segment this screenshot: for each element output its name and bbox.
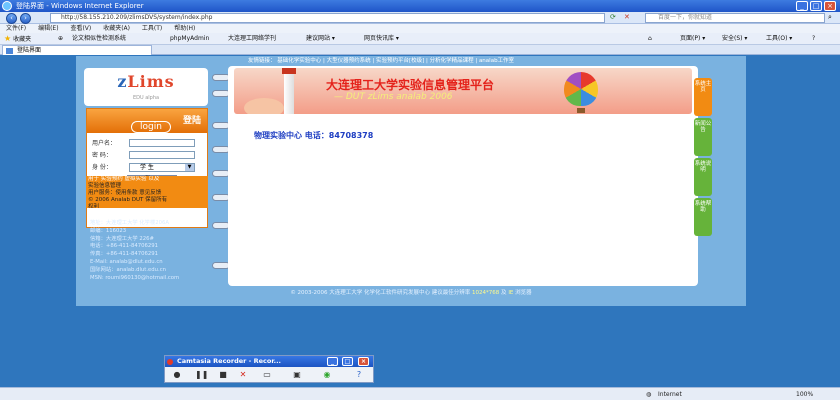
username-input[interactable] — [129, 139, 195, 147]
window-titlebar: 登陆界面 - Windows Internet Explorer _ □ × — [0, 0, 840, 12]
camtasia-titlebar: Camtasia Recorder - Recor... _ □ × — [165, 356, 373, 367]
banner: 大连理工大学实验信息管理平台 — DUT zLims analab 2006 — [234, 68, 692, 114]
friend-links[interactable]: 友情链接： 基础化学实验中心 | 大型仪器预约系统 | 实验预约平台[校级] |… — [248, 57, 698, 66]
password-label: 密 码： — [92, 152, 112, 159]
login-box: 登陆 login 用户名： 密 码： 身 份： 学 生 ▼ 登 录 — [86, 108, 208, 228]
menu-bar: 文件(F) 编辑(E) 查看(V) 收藏夹(A) 工具(T) 帮助(H) — [0, 24, 840, 33]
user-service-links[interactable]: 用户服务：使用条款 意见反馈 — [88, 190, 206, 197]
banner-title: 大连理工大学实验信息管理平台 — [326, 78, 495, 92]
side-tab-home[interactable]: 系统主页 — [694, 78, 712, 116]
refresh-icon[interactable]: ⟳ — [610, 13, 616, 21]
login-subtitle: login — [131, 121, 171, 133]
fav-item-plagiarism[interactable]: 论文相似性检测系统 — [72, 33, 126, 45]
camtasia-recorder-window: Camtasia Recorder - Recor... _ □ × ● ❚❚ … — [164, 355, 374, 383]
window-title: 登陆界面 - Windows Internet Explorer — [16, 2, 144, 10]
msn-link[interactable]: MSN: roumi960130@hotmail.com — [90, 275, 230, 283]
address-input[interactable]: http://58.155.210.209/zlimsDVS/system/in… — [50, 13, 605, 23]
close-button[interactable]: × — [824, 1, 836, 11]
zlims-logo: zLims EDU alpha — [84, 68, 208, 106]
role-label: 身 份： — [92, 164, 112, 171]
side-tab-help[interactable]: 系统帮助 — [694, 198, 712, 236]
tools-menu[interactable]: 工具(O) ▾ — [766, 33, 792, 45]
record-button[interactable]: ● — [171, 369, 183, 381]
help-icon[interactable]: ? — [353, 369, 365, 381]
fav-item-dut-journal[interactable]: 大连理工网络学刊 — [228, 33, 276, 45]
pause-button[interactable]: ❚❚ — [195, 369, 208, 381]
fav-item-phpmyadmin[interactable]: phpMyAdmin — [170, 33, 209, 45]
lighthouse-icon — [284, 70, 294, 114]
login-header: 登陆 login — [87, 109, 207, 133]
back-button[interactable]: ‹ — [6, 13, 17, 24]
stop-icon[interactable]: ✕ — [624, 13, 630, 21]
ie-icon — [2, 1, 12, 11]
status-bar: ◍ Internet 100% — [0, 387, 840, 400]
search-icon[interactable]: ⌕ — [828, 13, 832, 22]
tab-login[interactable]: 登陆界面 — [2, 45, 152, 55]
maximize-button[interactable]: □ — [810, 1, 822, 11]
address-toolbar: ‹ › http://58.155.210.209/zlimsDVS/syste… — [0, 12, 840, 24]
menu-help[interactable]: 帮助(H) — [174, 25, 195, 32]
chevron-down-icon: ▼ — [185, 164, 194, 171]
help-icon[interactable]: ? — [812, 33, 815, 45]
camtasia-minimize-button[interactable]: _ — [327, 357, 338, 366]
menu-edit[interactable]: 编辑(E) — [38, 25, 58, 32]
menu-favorites[interactable]: 收藏夹(A) — [103, 25, 130, 32]
zone-text: Internet — [658, 391, 682, 398]
page-menu[interactable]: 页面(P) ▾ — [680, 33, 705, 45]
screen-select-icon[interactable]: ▭ — [261, 369, 273, 381]
zoom-level[interactable]: 100% — [796, 388, 813, 401]
email-link[interactable]: E-Mail: analab@dlut.edu.cn — [90, 259, 230, 267]
menu-file[interactable]: 文件(F) — [6, 25, 26, 32]
minimize-button[interactable]: _ — [796, 1, 808, 11]
forward-button[interactable]: › — [20, 13, 31, 24]
page-footer: © 2003-2006 大连理工大学 化学化工软件研究发展中心 建议最佳分辨率 … — [290, 290, 532, 296]
record-icon — [167, 359, 173, 365]
side-tabs: 系统主页 新闻公告 系统说明 系统帮助 — [694, 78, 714, 236]
search-input[interactable]: 百度一下，你就知道 — [645, 13, 825, 23]
contact-info: 地址：大连理工大学 化学楼206A 邮编：116023 信箱：大连理工大学 22… — [90, 220, 230, 284]
camtasia-close-button[interactable]: × — [358, 357, 369, 366]
side-tab-about[interactable]: 系统说明 — [694, 158, 712, 196]
safety-menu[interactable]: 安全(S) ▾ — [722, 33, 747, 45]
audio-icon[interactable]: ◉ — [321, 369, 333, 381]
username-label: 用户名： — [92, 140, 117, 147]
page-icon — [6, 48, 13, 54]
side-tab-news[interactable]: 新闻公告 — [694, 118, 712, 156]
service-notes: 用于 实验预约 虚拟实验 以及 实验信息管理 用户服务：使用条款 意见反馈 © … — [86, 176, 208, 208]
banner-subtitle: — DUT zLims analab 2006 — [334, 92, 453, 102]
tab-bar: 登陆界面 — [0, 45, 840, 55]
login-title: 登陆 — [182, 116, 201, 126]
fav-item-webslice[interactable]: 网页快讯库 ▾ — [364, 33, 399, 45]
role-select[interactable]: 学 生 ▼ — [129, 163, 195, 172]
delete-icon[interactable]: ✕ — [237, 369, 249, 381]
password-input[interactable] — [129, 151, 195, 159]
fav-item-suggested[interactable]: 建议网站 ▾ — [306, 33, 335, 45]
menu-tools[interactable]: 工具(T) — [142, 25, 162, 32]
stop-button[interactable]: ■ — [217, 369, 229, 381]
add-favorite-icon[interactable]: ⊕ — [58, 33, 63, 45]
globe-icon: ◍ — [646, 391, 652, 398]
website-link[interactable]: 国际网站：analab.dlut.edu.cn — [90, 267, 230, 275]
camtasia-maximize-button[interactable]: □ — [342, 357, 353, 366]
balloon-icon — [564, 72, 598, 106]
home-icon[interactable]: ⌂ — [648, 33, 652, 45]
main-panel: 大连理工大学实验信息管理平台 — DUT zLims analab 2006 物… — [228, 66, 698, 286]
favorites-bar: ★ 收藏夹 ⊕ 论文相似性检测系统 phpMyAdmin 大连理工网络学刊 建议… — [0, 33, 840, 45]
menu-view[interactable]: 查看(V) — [70, 25, 91, 32]
star-icon: ★ — [4, 34, 12, 43]
phone-text: 物理实验中心 电话：84708378 — [254, 131, 374, 140]
camera-icon[interactable]: ▣ — [291, 369, 303, 381]
